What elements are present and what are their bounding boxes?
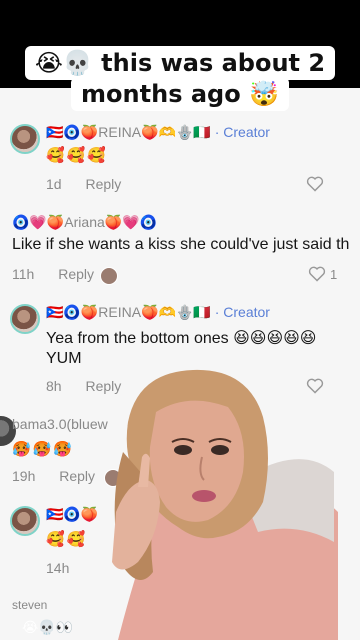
comment-meta: 14h [46,560,69,576]
comment-time: 1d [46,176,62,192]
comment-author[interactable]: 🧿💗🍑Ariana🍑💗🧿 [12,214,157,231]
creator-badge: · Creator [214,304,270,320]
comment-time: 14h [46,560,70,576]
comment-text: 🥵🥵🥵 [12,440,75,458]
overlay-person-photo [98,362,338,640]
reply-button[interactable]: Reply [58,266,94,282]
reply-button[interactable]: Reply [59,468,95,484]
bottom-emoji-text: 😭💀👀 [22,620,74,636]
comment-time: 19h [12,468,36,484]
caption-line-2: months ago 🤯 [71,77,289,111]
comment-meta: 19h Reply [12,468,95,484]
comment-author[interactable]: 🇵🇷🧿🍑REINA🍑🫶🪬🇮🇹 · Creator [46,304,270,321]
comment-text: 🥰🥰 [46,530,88,548]
creator-liked-avatar [100,267,118,285]
comment-author[interactable]: bama3.0(bluew [12,416,108,432]
comment-meta: 1d Reply [46,176,121,192]
creator-badge: · Creator [214,124,270,140]
like-count: 1 [330,267,338,282]
comment-author[interactable]: 🇵🇷🧿🍑REINA🍑🫶🪬🇮🇹 · Creator [46,124,270,141]
video-caption: 😭💀 this was about 2 months ago 🤯 [0,46,360,111]
comment-text-line-2: YUM [46,350,82,367]
caption-line-1: 😭💀 this was about 2 [24,46,336,80]
comment-meta: 11h Reply [12,266,94,282]
comment-text: Like if she wants a kiss she could've ju… [12,236,350,253]
like-heart-icon[interactable] [306,176,324,192]
comment-author[interactable]: steven [12,598,47,612]
like-heart-icon[interactable] [308,266,326,282]
reply-button[interactable]: Reply [85,176,121,192]
avatar[interactable] [10,124,40,154]
comment-author[interactable]: 🇵🇷🧿🍑 [46,506,98,523]
avatar[interactable] [10,506,40,536]
comment-time: 8h [46,378,62,394]
comment-text: Yea from the bottom ones 😆😆😆😆😆 [46,330,317,347]
comment-text: 🥰🥰🥰 [46,146,109,164]
comment-time: 11h [12,266,35,282]
screen: 😭💀 this was about 2 months ago 🤯 🇵🇷🧿🍑REI… [0,0,360,640]
avatar[interactable] [10,304,40,334]
